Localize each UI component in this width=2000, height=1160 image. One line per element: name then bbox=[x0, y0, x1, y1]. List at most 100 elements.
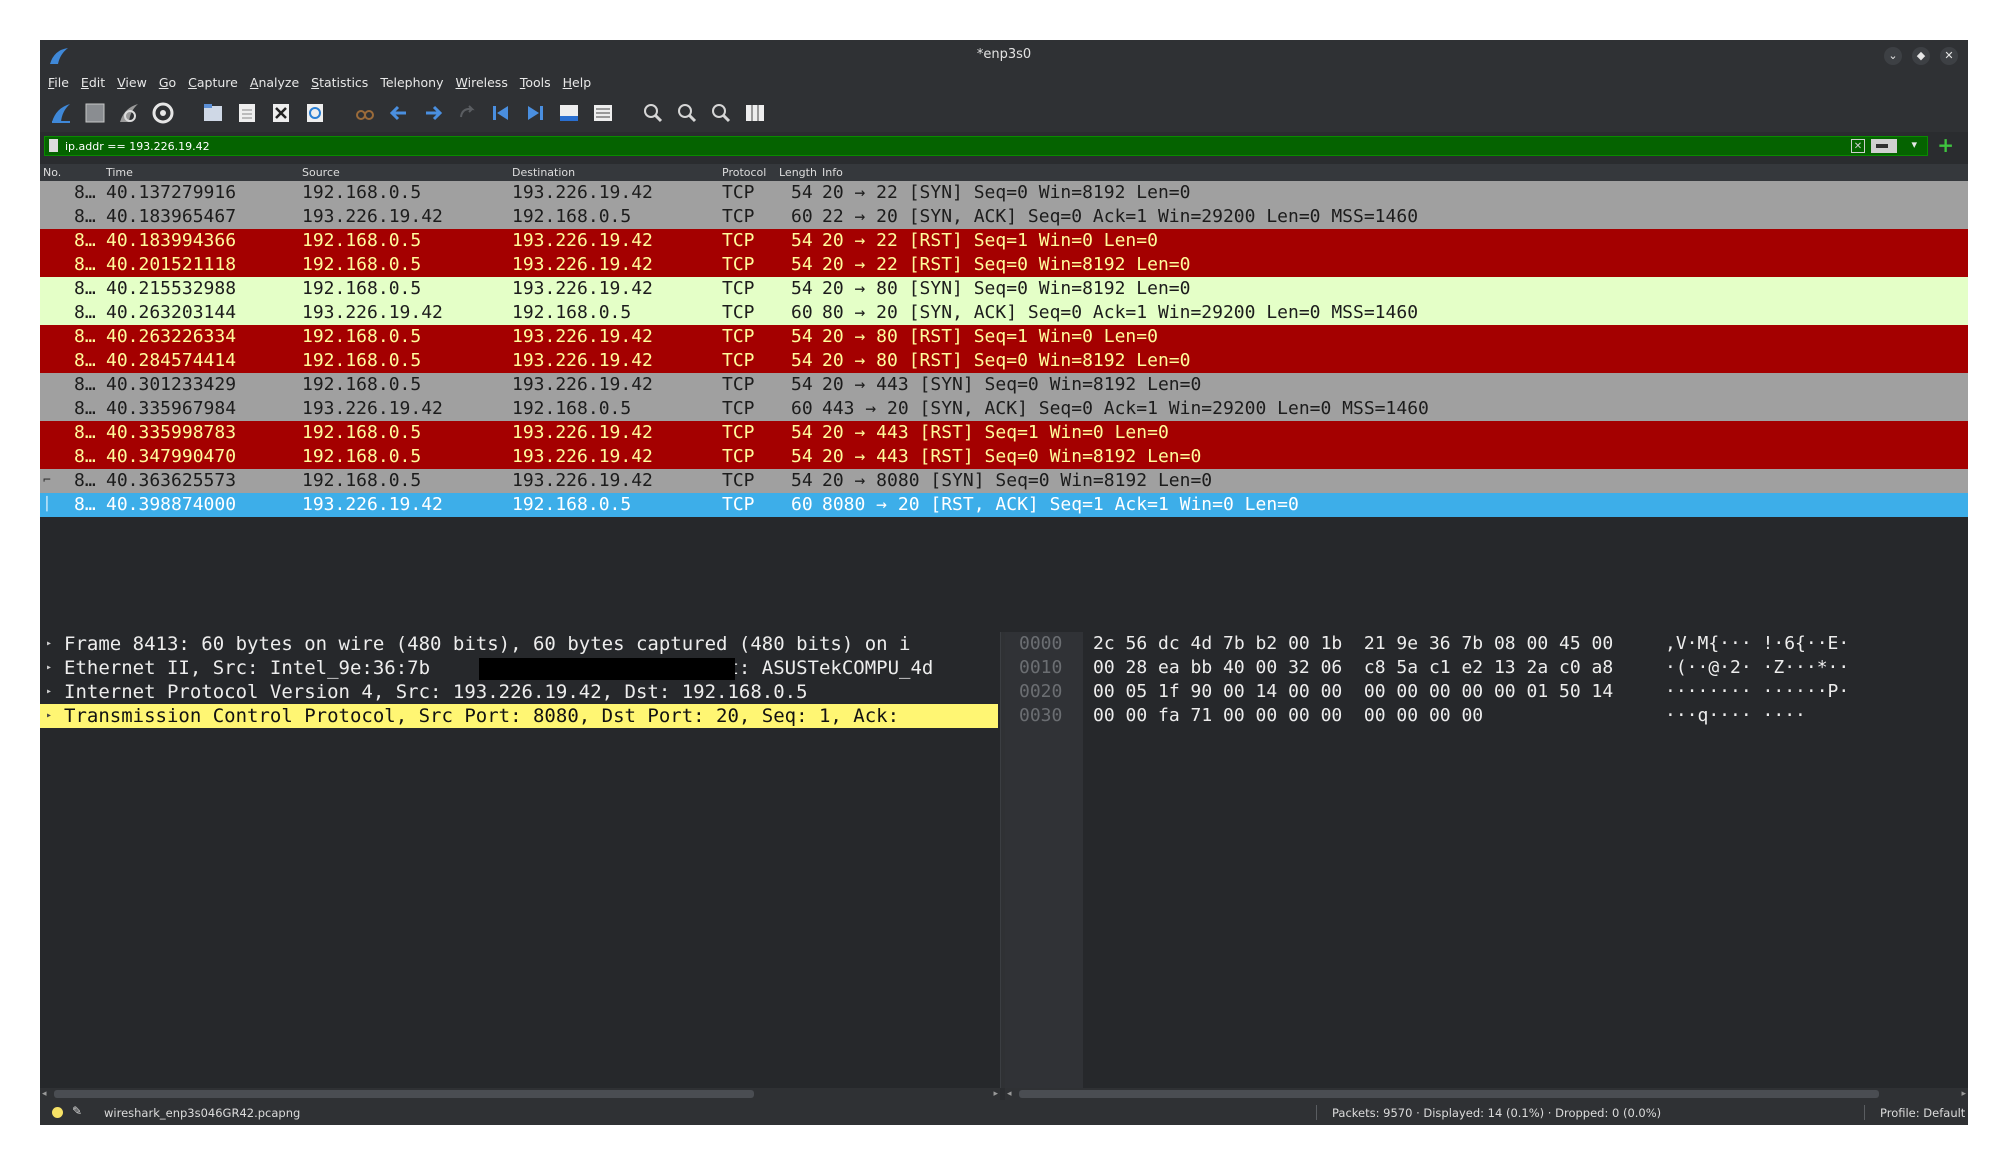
bytes-row[interactable]: 0030 00 00 fa 71 00 00 00 00 00 00 00 00 ·… bbox=[1005, 704, 1968, 728]
menu-item-wireless[interactable]: Wireless bbox=[456, 72, 508, 94]
minimize-icon[interactable]: ⌄ bbox=[1884, 47, 1902, 65]
display-filter-bar: ✕ ▾ + bbox=[40, 133, 1968, 158]
bytes-row[interactable]: 0000 2c 56 dc 4d 7b b2 00 1b 21 9e 36 7b … bbox=[1005, 632, 1968, 656]
menu-item-file[interactable]: File bbox=[48, 72, 69, 94]
find-packet-icon[interactable] bbox=[352, 100, 378, 126]
packet-length: 60 bbox=[791, 494, 813, 515]
details-horizontal-scrollbar[interactable]: ◂ ▸ bbox=[40, 1088, 1000, 1100]
open-file-icon[interactable] bbox=[200, 100, 226, 126]
detail-tree-item[interactable]: ▸ Frame 8413: 60 bytes on wire (480 bits)… bbox=[40, 632, 1000, 656]
go-back-icon[interactable] bbox=[386, 100, 412, 126]
packet-row[interactable]: 8… 40.137279916 192.168.0.5 193.226.19.42 TC… bbox=[40, 181, 1968, 205]
menu-item-help[interactable]: Help bbox=[563, 72, 592, 94]
packet-row[interactable]: 8… 40.183965467 193.226.19.42 192.168.0.5 TC… bbox=[40, 205, 1968, 229]
close-file-icon[interactable] bbox=[268, 100, 294, 126]
restart-icon[interactable] bbox=[116, 100, 142, 126]
go-to-packet-icon[interactable] bbox=[454, 100, 480, 126]
menu-item-analyze[interactable]: Analyze bbox=[250, 72, 299, 94]
column-header-time[interactable]: Time bbox=[106, 166, 133, 179]
packet-protocol: TCP bbox=[722, 422, 755, 443]
column-header-protocol[interactable]: Protocol bbox=[722, 166, 766, 179]
packet-row[interactable]: │ 8… 40.398874000 193.226.19.42 192.168.0.5 T… bbox=[40, 493, 1968, 517]
column-header-no[interactable]: No. bbox=[43, 166, 61, 179]
colorize-icon[interactable] bbox=[590, 100, 616, 126]
clear-filter-icon[interactable]: ✕ bbox=[1851, 139, 1865, 153]
related-packet-icon: │ bbox=[43, 497, 51, 512]
capture-comment-icon[interactable]: ✎ bbox=[72, 1104, 82, 1118]
detail-tree-item[interactable]: ▸ Transmission Control Protocol, Src Port… bbox=[40, 704, 998, 728]
add-filter-button-icon[interactable]: + bbox=[1937, 133, 1954, 157]
column-header-length[interactable]: Length bbox=[779, 166, 817, 179]
packet-protocol: TCP bbox=[722, 446, 755, 467]
column-header-source[interactable]: Source bbox=[302, 166, 340, 179]
hex-bytes: 00 00 fa 71 00 00 00 00 00 00 00 00 bbox=[1093, 705, 1484, 726]
bytes-row[interactable]: 0010 00 28 ea bb 40 00 32 06 c8 5a c1 e2 … bbox=[1005, 656, 1968, 680]
menu-item-view[interactable]: View bbox=[117, 72, 147, 94]
packet-row[interactable]: 8… 40.347990470 192.168.0.5 193.226.19.42 TC… bbox=[40, 445, 1968, 469]
expand-arrow-icon[interactable]: ▸ bbox=[46, 632, 52, 656]
packet-info: 20 → 443 [RST] Seq=0 Win=8192 Len=0 bbox=[822, 446, 1202, 467]
expand-arrow-icon[interactable]: ▸ bbox=[46, 656, 52, 680]
ascii-bytes: ,V·M{··· !·6{··E· bbox=[1665, 633, 1850, 654]
last-packet-icon[interactable] bbox=[522, 100, 548, 126]
go-forward-icon[interactable] bbox=[420, 100, 446, 126]
packet-protocol: TCP bbox=[722, 494, 755, 515]
packet-time: 40.183965467 bbox=[106, 206, 237, 227]
zoom-out-icon[interactable] bbox=[674, 100, 700, 126]
menu-item-go[interactable]: Go bbox=[159, 72, 176, 94]
shark-fin-icon[interactable] bbox=[48, 100, 74, 126]
filter-history-dropdown-icon[interactable]: ▾ bbox=[1911, 138, 1917, 151]
packet-row[interactable]: 8… 40.284574414 192.168.0.5 193.226.19.42 TC… bbox=[40, 349, 1968, 373]
scroll-right-icon[interactable]: ▸ bbox=[1961, 1088, 1966, 1100]
detail-tree-item[interactable]: ▸ Internet Protocol Version 4, Src: 193.2… bbox=[40, 680, 1000, 704]
configuration-profile[interactable]: Profile: Default bbox=[1880, 1106, 1965, 1120]
stop-icon[interactable] bbox=[82, 100, 108, 126]
menu-item-edit[interactable]: Edit bbox=[81, 72, 105, 94]
apply-filter-icon[interactable] bbox=[1871, 139, 1897, 153]
packet-row[interactable]: 8… 40.263203144 193.226.19.42 192.168.0.5 TC… bbox=[40, 301, 1968, 325]
detail-text: Frame 8413: 60 bytes on wire (480 bits),… bbox=[64, 633, 911, 655]
close-icon[interactable]: ✕ bbox=[1940, 47, 1958, 65]
byte-offset: 0000 bbox=[1019, 633, 1063, 654]
scroll-left-icon[interactable]: ◂ bbox=[1007, 1088, 1012, 1100]
resize-columns-icon[interactable] bbox=[742, 100, 768, 126]
ascii-bytes: ········ ······P· bbox=[1665, 681, 1850, 702]
menu-item-telephony[interactable]: Telephony bbox=[380, 72, 443, 94]
packet-row[interactable]: 8… 40.215532988 192.168.0.5 193.226.19.42 TC… bbox=[40, 277, 1968, 301]
save-file-icon[interactable] bbox=[234, 100, 260, 126]
column-header-info[interactable]: Info bbox=[822, 166, 843, 179]
menu-item-statistics[interactable]: Statistics bbox=[311, 72, 368, 94]
reload-icon[interactable] bbox=[302, 100, 328, 126]
zoom-in-icon[interactable] bbox=[640, 100, 666, 126]
autoscroll-icon[interactable] bbox=[556, 100, 582, 126]
packet-counts: Packets: 9570 · Displayed: 14 (0.1%) · D… bbox=[1332, 1106, 1662, 1120]
packet-row[interactable]: 8… 40.335967984 193.226.19.42 192.168.0.5 TC… bbox=[40, 397, 1968, 421]
packet-row[interactable]: 8… 40.301233429 192.168.0.5 193.226.19.42 TC… bbox=[40, 373, 1968, 397]
menu-item-tools[interactable]: Tools bbox=[520, 72, 551, 94]
scroll-right-icon[interactable]: ▸ bbox=[993, 1088, 998, 1100]
packet-length: 54 bbox=[791, 350, 813, 371]
packet-row[interactable]: 8… 40.263226334 192.168.0.5 193.226.19.42 TC… bbox=[40, 325, 1968, 349]
packet-row[interactable]: 8… 40.201521118 192.168.0.5 193.226.19.42 TC… bbox=[40, 253, 1968, 277]
packet-info: 8080 → 20 [RST, ACK] Seq=1 Ack=1 Win=0 L… bbox=[822, 494, 1299, 515]
packet-row[interactable]: 8… 40.183994366 192.168.0.5 193.226.19.42 TC… bbox=[40, 229, 1968, 253]
bytes-row[interactable]: 0020 00 05 1f 90 00 14 00 00 00 00 00 00 … bbox=[1005, 680, 1968, 704]
scroll-left-icon[interactable]: ◂ bbox=[42, 1088, 47, 1100]
maximize-icon[interactable]: ◆ bbox=[1912, 47, 1930, 65]
display-filter-input[interactable] bbox=[65, 137, 1765, 155]
packet-protocol: TCP bbox=[722, 470, 755, 491]
packet-row[interactable]: 8… 40.335998783 192.168.0.5 193.226.19.42 TC… bbox=[40, 421, 1968, 445]
packet-destination: 192.168.0.5 bbox=[512, 398, 632, 419]
expand-arrow-icon[interactable]: ▸ bbox=[46, 680, 52, 704]
column-header-destination[interactable]: Destination bbox=[512, 166, 575, 179]
menu-item-capture[interactable]: Capture bbox=[188, 72, 238, 94]
detail-tree-item[interactable]: ▸Ethernet II, Src: Intel_9e:36:7b Dst: A… bbox=[40, 656, 1000, 680]
expert-info-indicator-icon[interactable] bbox=[52, 1107, 63, 1118]
normal-size-icon[interactable] bbox=[708, 100, 734, 126]
expand-arrow-icon[interactable]: ▸ bbox=[46, 704, 52, 728]
bookmark-icon[interactable] bbox=[49, 139, 58, 152]
first-packet-icon[interactable] bbox=[488, 100, 514, 126]
bytes-horizontal-scrollbar[interactable]: ◂ ▸ bbox=[1005, 1088, 1968, 1100]
packet-row[interactable]: ⌐ 8… 40.363625573 192.168.0.5 193.226.19.42 T… bbox=[40, 469, 1968, 493]
capture-options-icon[interactable] bbox=[150, 100, 176, 126]
